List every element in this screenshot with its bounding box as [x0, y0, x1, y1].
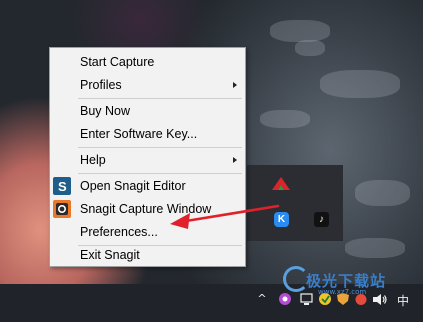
- ime-indicator[interactable]: 中: [395, 292, 411, 309]
- chevron-up-icon[interactable]: ^: [256, 292, 268, 305]
- volume-icon[interactable]: [372, 293, 388, 306]
- tray-app-icon[interactable]: [278, 292, 292, 306]
- network-icon[interactable]: [300, 293, 315, 306]
- watermark-url: www.xz7.com: [318, 288, 367, 296]
